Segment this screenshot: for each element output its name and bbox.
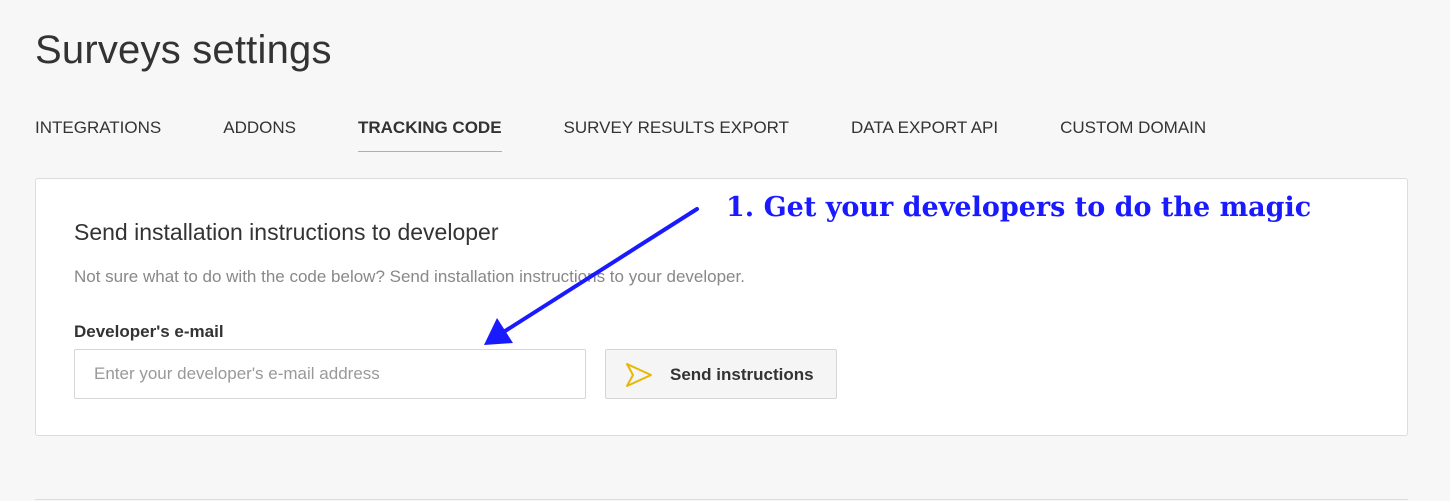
- send-instructions-label: Send instructions: [670, 365, 814, 384]
- paper-plane-icon: [626, 363, 652, 387]
- tab-custom-domain[interactable]: CUSTOM DOMAIN: [1060, 118, 1206, 152]
- send-instructions-button[interactable]: Send instructions: [605, 349, 837, 399]
- settings-page: Surveys settings INTEGRATIONS ADDONS TRA…: [0, 0, 1450, 501]
- tab-addons[interactable]: ADDONS: [223, 118, 296, 152]
- tab-survey-results-export[interactable]: SURVEY RESULTS EXPORT: [564, 118, 789, 152]
- tab-integrations[interactable]: INTEGRATIONS: [35, 118, 161, 152]
- developer-email-input[interactable]: [74, 349, 586, 399]
- section-divider: [35, 499, 1408, 500]
- tab-data-export-api[interactable]: DATA EXPORT API: [851, 118, 998, 152]
- page-title: Surveys settings: [35, 28, 332, 72]
- annotation-text: 1. Get your developers to do the magic: [726, 192, 1312, 223]
- developer-email-label: Developer's e-mail: [74, 322, 224, 341]
- card-title: Send installation instructions to develo…: [74, 219, 499, 245]
- settings-tabs: INTEGRATIONS ADDONS TRACKING CODE SURVEY…: [35, 118, 1268, 152]
- card-description: Not sure what to do with the code below?…: [74, 267, 745, 286]
- tab-tracking-code[interactable]: TRACKING CODE: [357, 118, 502, 152]
